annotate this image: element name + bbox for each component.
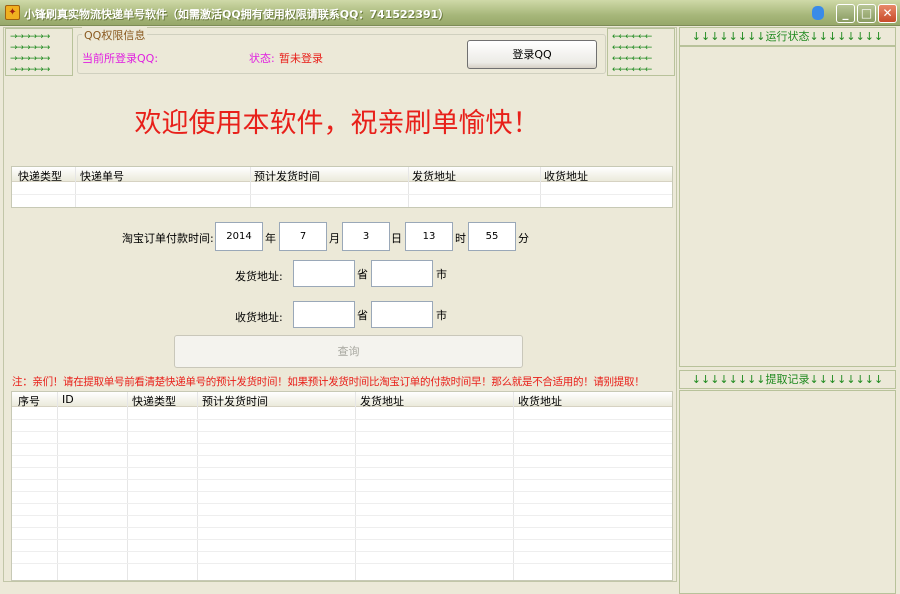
hour-unit: 时 [455,232,466,245]
right-arrows-decoration: ←←←←←← ←←←←←← ←←←←←← ←←←←←← [607,28,675,76]
status-value: 暂未登录 [279,52,323,65]
records-panel[interactable] [679,390,896,594]
col-header[interactable]: 快递类型 [18,168,62,184]
day-unit: 日 [391,232,402,245]
col-header[interactable]: 预计发货时间 [202,393,268,409]
close-button[interactable]: ✕ [878,4,897,23]
recv-address-label: 收货地址: [235,311,283,324]
order-table[interactable]: 快递类型 快递单号 预计发货时间 发货地址 收货地址 [11,166,673,208]
month-input[interactable]: 7 [279,222,327,251]
title-bar[interactable]: ✦ 小锋刷真实物流快递单号软件（如需激活QQ拥有使用权限请联系QQ：741522… [0,0,900,26]
welcome-text: 欢迎使用本软件，祝亲刷单愉快！ [134,108,540,139]
records-header: ↓↓↓↓↓↓↓↓提取记录↓↓↓↓↓↓↓↓ [679,370,896,389]
help-icon[interactable] [812,6,824,20]
minute-input[interactable]: 55 [468,222,516,251]
pay-time-label: 淘宝订单付款时间: [122,232,214,245]
ship-city-input[interactable] [371,260,433,287]
col-header[interactable]: 收货地址 [544,168,588,184]
col-header[interactable]: 快递单号 [80,168,124,184]
col-header[interactable]: ID [62,393,74,406]
left-arrows-decoration: →→→→→→ →→→→→→ →→→→→→ →→→→→→ [5,28,73,76]
col-header[interactable]: 快递类型 [132,393,176,409]
warning-note: 注：亲们！请在提取单号前看清楚快递单号的预计发货时间！如果预计发货时间比淘宝订单… [12,376,645,388]
hour-input[interactable]: 13 [405,222,453,251]
login-qq-button[interactable]: 登录QQ [467,40,597,69]
status-label: 状态: [249,52,275,65]
current-qq-label: 当前所登录QQ: [82,52,159,65]
minute-unit: 分 [518,232,529,245]
year-unit: 年 [265,232,276,245]
city-unit: 市 [436,268,447,281]
col-header[interactable]: 发货地址 [360,393,404,409]
day-input[interactable]: 3 [342,222,390,251]
province-unit: 省 [357,309,368,322]
recv-province-input[interactable] [293,301,355,328]
maximize-button[interactable]: □ [857,4,876,23]
ship-address-label: 发货地址: [235,270,283,283]
city-unit: 市 [436,309,447,322]
run-status-header: ↓↓↓↓↓↓↓↓运行状态↓↓↓↓↓↓↓↓ [679,27,896,46]
query-button[interactable]: 查询 [174,335,523,368]
table-header: 序号 ID 快递类型 预计发货时间 发货地址 收货地址 [12,392,672,409]
recv-city-input[interactable] [371,301,433,328]
app-icon: ✦ [5,5,20,20]
run-status-panel[interactable] [679,46,896,367]
col-header[interactable]: 收货地址 [518,393,562,409]
col-header[interactable]: 发货地址 [412,168,456,184]
province-unit: 省 [357,268,368,281]
group-title: QQ权限信息 [82,27,148,43]
col-header[interactable]: 预计发货时间 [254,168,320,184]
result-table[interactable]: 序号 ID 快递类型 预计发货时间 发货地址 收货地址 [11,391,673,581]
window-title: 小锋刷真实物流快递单号软件（如需激活QQ拥有使用权限请联系QQ：74152239… [24,8,450,21]
col-header[interactable]: 序号 [18,393,40,409]
month-unit: 月 [329,232,340,245]
minimize-button[interactable]: _ [836,4,855,23]
year-input[interactable]: 2014 [215,222,263,251]
table-header: 快递类型 快递单号 预计发货时间 发货地址 收货地址 [12,167,672,184]
ship-province-input[interactable] [293,260,355,287]
